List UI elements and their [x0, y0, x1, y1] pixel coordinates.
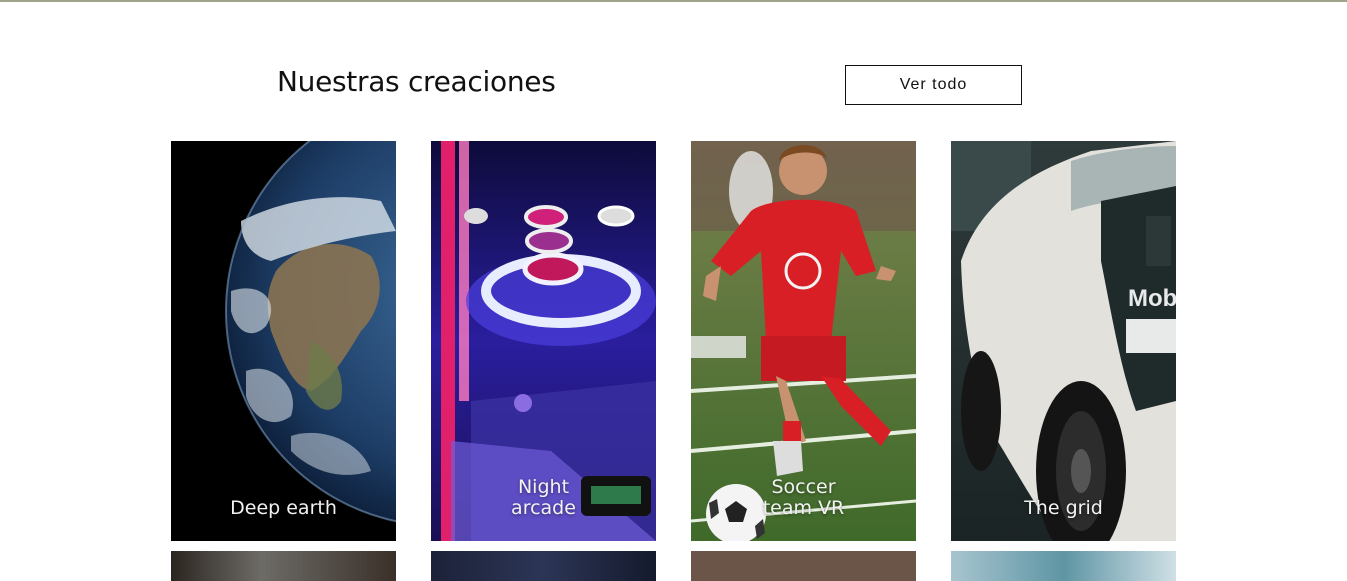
card-row2-2[interactable]	[431, 551, 656, 581]
card-row2-3[interactable]	[691, 551, 916, 581]
top-divider	[0, 0, 1347, 2]
card-deep-earth[interactable]: Deep earth	[171, 141, 396, 541]
card-label: Deep earth	[230, 497, 337, 519]
card-row2-1[interactable]	[171, 551, 396, 581]
section-title: Nuestras creaciones	[277, 65, 556, 98]
view-all-button[interactable]: Ver todo	[845, 65, 1022, 105]
card-the-grid[interactable]: Mob The grid	[951, 141, 1176, 541]
card-soccer-team-vr[interactable]: Soccer team VR	[691, 141, 916, 541]
card-row2-4[interactable]	[951, 551, 1176, 581]
svg-text:Mob: Mob	[1128, 285, 1176, 312]
card-label: Soccer team VR	[762, 476, 845, 519]
card-label: The grid	[1024, 497, 1103, 519]
card-night-arcade[interactable]: Night arcade	[431, 141, 656, 541]
card-label: Night arcade	[511, 476, 576, 519]
earth-image	[171, 141, 396, 541]
racecar-image: Mob	[951, 141, 1176, 541]
